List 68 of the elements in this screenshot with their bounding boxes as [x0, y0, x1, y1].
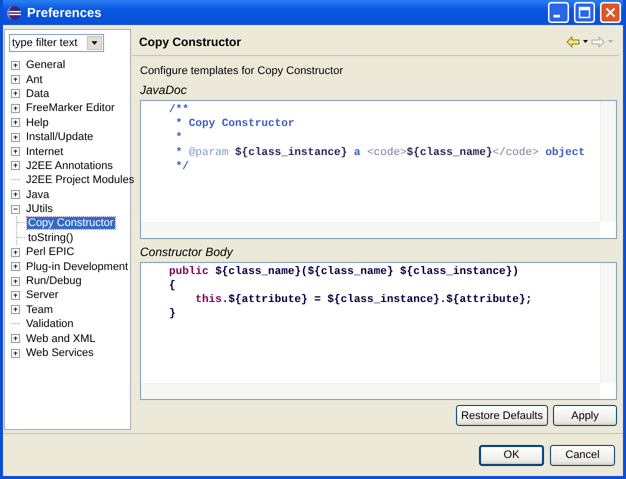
expand-icon[interactable]	[11, 334, 20, 344]
tree-item[interactable]: Internet	[25, 146, 64, 158]
tree-item[interactable]: FreeMarker Editor	[25, 102, 116, 114]
code-line: *	[174, 131, 184, 146]
tree-item[interactable]: Install/Update	[25, 131, 94, 144]
expand-icon[interactable]	[11, 89, 20, 98]
tree-item[interactable]: Server	[25, 289, 60, 302]
page-button[interactable]: Restore Defaults	[456, 405, 548, 426]
caret-icon[interactable]	[583, 40, 588, 44]
collapse-icon[interactable]	[11, 204, 20, 214]
tree-item[interactable]: Validation	[25, 318, 74, 330]
horizontal-scrollbar[interactable]	[141, 222, 600, 238]
expand-icon[interactable]	[11, 118, 20, 128]
tree-item[interactable]: Ant	[25, 74, 44, 86]
expand-icon[interactable]	[11, 75, 20, 84]
code-line: * @param ${class_instance} a <code>${class_name}</code> object	[174, 146, 586, 160]
tree-item[interactable]: Java	[25, 188, 50, 201]
minimize-icon[interactable]	[548, 2, 569, 23]
tree-item[interactable]: Plug-in Development	[25, 260, 130, 273]
expand-icon[interactable]	[11, 305, 20, 314]
expand-icon[interactable]	[11, 147, 20, 156]
code-line: {	[169, 278, 177, 293]
tree-item[interactable]: Perl EPIC	[25, 246, 76, 258]
page-button[interactable]: Apply	[553, 405, 617, 426]
tree-item[interactable]: Copy Constructor	[27, 217, 115, 230]
expand-icon[interactable]	[11, 290, 20, 300]
expand-icon[interactable]	[11, 190, 20, 200]
tree-item[interactable]: J2EE Annotations	[25, 160, 114, 172]
code-line: public ${class_name}(${class_name} ${class_instance})	[169, 264, 520, 279]
dialog-button[interactable]: OK	[479, 444, 544, 466]
tree-item[interactable]: General	[25, 59, 66, 72]
tree-item[interactable]: Web and XML	[25, 332, 97, 345]
code-line: */	[174, 160, 190, 174]
tree-item[interactable]: J2EE Project Modules	[25, 174, 136, 186]
window-title: Preferences	[27, 5, 102, 20]
tree-item[interactable]: Data	[25, 88, 50, 100]
maximize-icon[interactable]	[574, 2, 595, 23]
tree-item[interactable]: Run/Debug	[25, 275, 83, 288]
horizontal-scrollbar[interactable]	[141, 383, 600, 399]
expand-icon[interactable]	[11, 60, 20, 70]
close-icon[interactable]	[600, 2, 621, 23]
section-label: JavaDoc	[140, 83, 188, 97]
expand-icon[interactable]	[11, 248, 20, 257]
template-editor[interactable]: public ${class_name}(${class_name} ${class_instance}) { this.${attribute} = ${class_instance}.${attribute}; }	[140, 262, 617, 400]
expand-icon[interactable]	[11, 262, 20, 272]
expand-icon[interactable]	[11, 276, 20, 286]
tree-item[interactable]: Team	[25, 304, 54, 316]
dialog-button[interactable]: Cancel	[550, 444, 615, 466]
page-description: Configure templates for Copy Constructor	[140, 65, 344, 77]
code-line: /**	[169, 103, 190, 118]
expand-icon[interactable]	[11, 348, 20, 358]
template-editor[interactable]: /** * Copy Constructor * * @param ${class_instance} a <code>${class_name}</code> object */	[140, 100, 617, 238]
expand-icon[interactable]	[11, 161, 20, 170]
code-line: this.${attribute} = ${class_instance}.${attribute};	[194, 292, 534, 308]
tree-item[interactable]: Web Services	[25, 347, 95, 359]
app-icon	[6, 4, 22, 20]
tree-item[interactable]: Help	[25, 116, 50, 129]
expand-icon[interactable]	[11, 132, 20, 142]
code-line: }	[169, 307, 177, 322]
code-line: * Copy Constructor	[174, 117, 296, 132]
expand-icon[interactable]	[11, 104, 20, 113]
tree-item[interactable]: toString()	[27, 232, 74, 244]
section-label: Constructor Body	[140, 244, 234, 258]
vertical-scrollbar[interactable]	[600, 101, 616, 222]
filter-field[interactable]: type filter text	[9, 34, 104, 52]
vertical-scrollbar[interactable]	[600, 262, 616, 383]
page-title: Copy Constructor	[139, 35, 242, 49]
tree-item[interactable]: JUtils	[25, 203, 54, 216]
